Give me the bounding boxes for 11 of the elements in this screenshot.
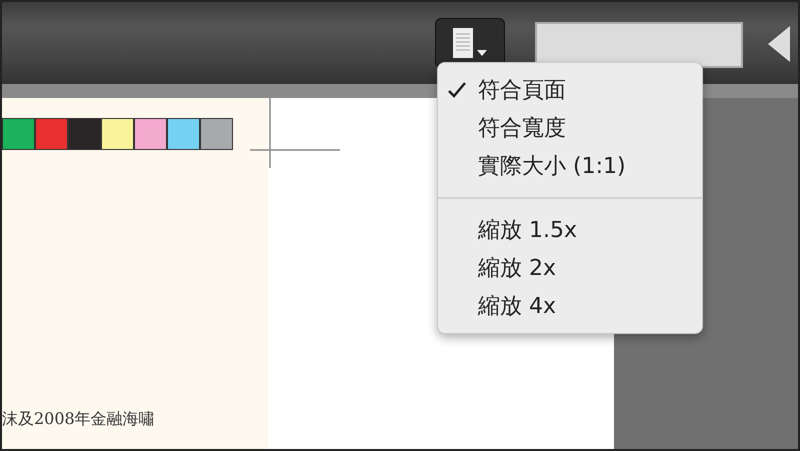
document-text: 沫及2008年金融海嘯 (2, 408, 156, 430)
menu-item[interactable]: 實際大小 (1:1) (438, 147, 702, 185)
page-icon (453, 28, 473, 58)
menu-item[interactable]: 縮放 1.5x (438, 211, 702, 249)
input-field[interactable] (535, 22, 743, 68)
menu-item[interactable]: 符合頁面 (438, 71, 702, 109)
menu-item[interactable]: 符合寬度 (438, 109, 702, 147)
menu-item[interactable]: 縮放 2x (438, 249, 702, 287)
menu-item[interactable]: 縮放 4x (438, 287, 702, 325)
back-arrow-icon[interactable] (768, 26, 790, 62)
caret-icon (477, 50, 487, 56)
